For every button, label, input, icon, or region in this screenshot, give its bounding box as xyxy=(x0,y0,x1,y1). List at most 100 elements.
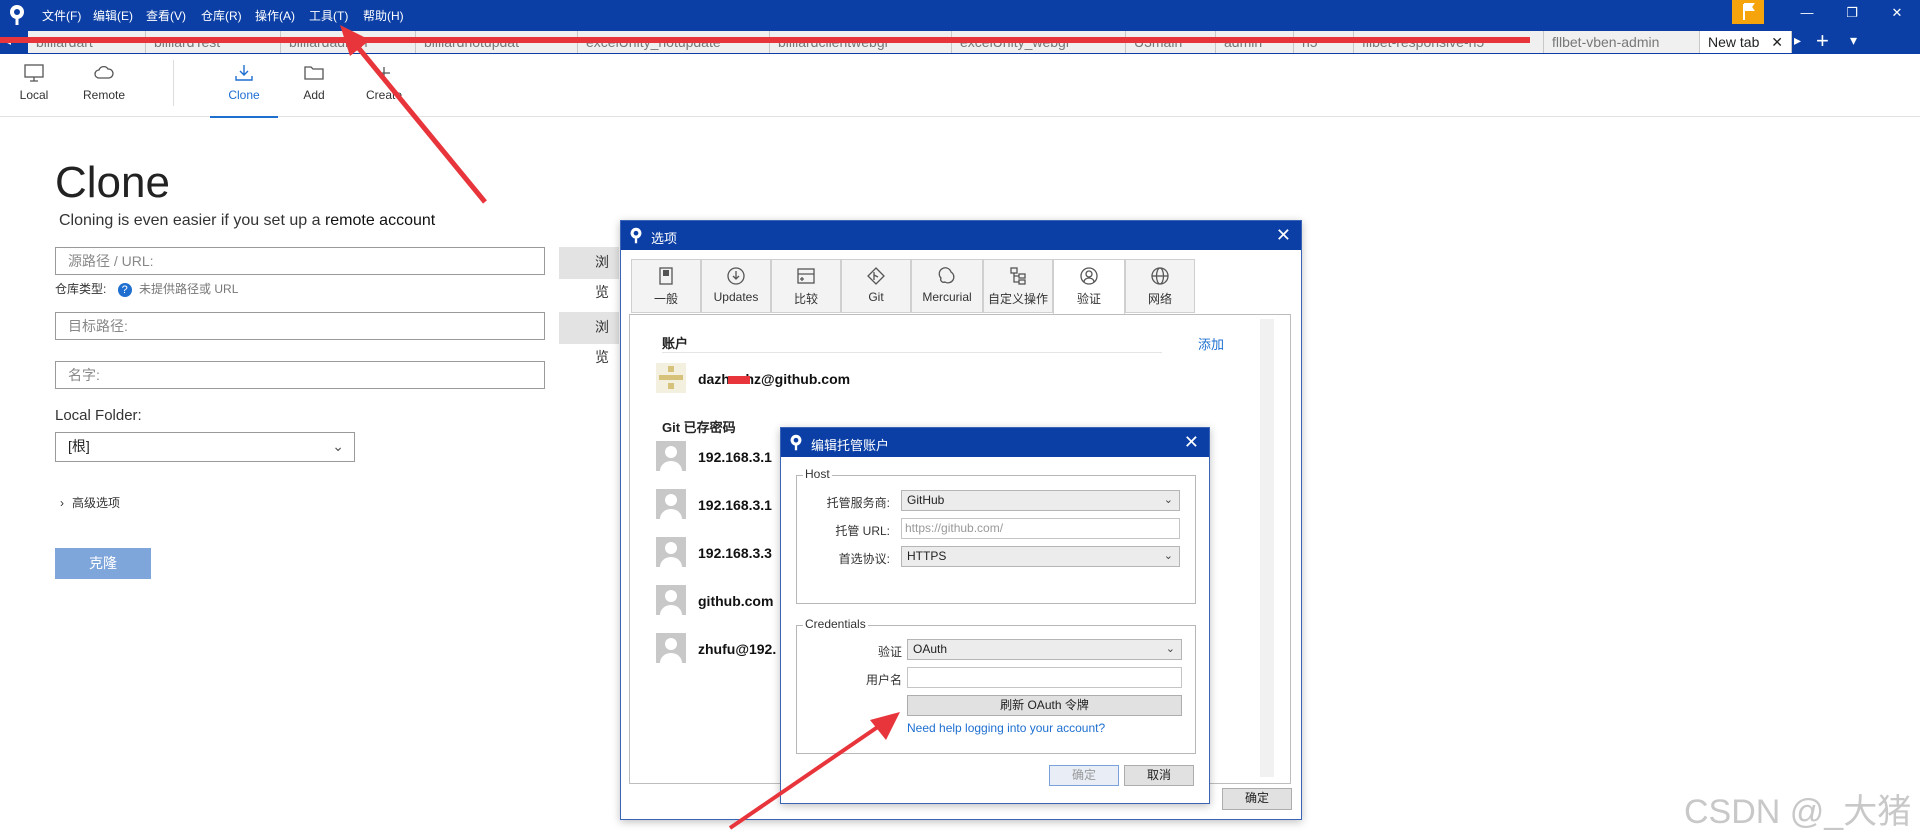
provider-select[interactable]: GitHub ⌄ xyxy=(901,490,1180,511)
username-input[interactable] xyxy=(907,667,1182,688)
repo-type-label: 仓库类型: xyxy=(55,282,107,296)
tab-scroll-right-button[interactable]: ▸ xyxy=(1794,32,1801,49)
source-url-input[interactable]: 源路径 / URL: xyxy=(55,247,545,275)
person-icon xyxy=(660,542,682,567)
tab-general[interactable]: 一般 xyxy=(631,259,701,313)
clone-submit-button[interactable]: 克隆 xyxy=(55,548,151,579)
local-folder-label: Local Folder: xyxy=(55,407,142,424)
tab-mercurial[interactable]: Mercurial xyxy=(911,259,983,313)
github-avatar xyxy=(656,363,686,393)
add-tab-button[interactable]: + xyxy=(1816,28,1829,54)
default-avatar xyxy=(656,537,686,567)
tab-custom-actions[interactable]: 自定义操作 xyxy=(983,259,1053,313)
repo-tab[interactable]: fllbet-vben-admin xyxy=(1544,31,1700,53)
account-row[interactable]: dazhuzhz@github.com xyxy=(656,363,1156,397)
close-tab-icon[interactable]: ✕ xyxy=(1771,31,1783,53)
download-circle-icon xyxy=(727,267,745,285)
mercurial-icon xyxy=(938,267,955,284)
title-bar: 文件(F) 编辑(E) 查看(V) 仓库(R) 操作(A) 工具(T) 帮助(H… xyxy=(0,0,1920,30)
identicon-icon xyxy=(659,366,683,389)
name-input[interactable]: 名字: xyxy=(55,361,545,389)
folder-icon xyxy=(304,66,324,80)
auth-select[interactable]: OAuth ⌄ xyxy=(907,639,1182,660)
edit-cancel-button[interactable]: 取消 xyxy=(1124,765,1194,786)
local-button[interactable]: Local xyxy=(14,64,54,102)
person-icon xyxy=(660,590,682,615)
tab-label: Mercurial xyxy=(922,290,972,304)
default-avatar xyxy=(656,489,686,519)
help-login-link[interactable]: Need help logging into your account? xyxy=(907,721,1105,735)
menu-actions[interactable]: 操作(A) xyxy=(255,7,295,24)
advanced-options-toggle[interactable]: › 高级选项 xyxy=(60,494,120,511)
saved-host: 192.168.3.1 xyxy=(698,449,772,465)
tab-new-tab[interactable]: New tab ✕ xyxy=(1700,31,1792,53)
tab-label: 验证 xyxy=(1076,292,1101,306)
clone-button[interactable]: Clone xyxy=(210,64,278,118)
destination-path-input[interactable]: 目标路径: xyxy=(55,312,545,340)
minimize-button[interactable]: — xyxy=(1792,5,1822,20)
add-account-link[interactable]: 添加 xyxy=(1198,334,1224,353)
hierarchy-icon xyxy=(1010,267,1026,285)
divider xyxy=(662,352,1162,353)
person-icon xyxy=(660,494,682,519)
host-group-label: Host xyxy=(803,467,832,481)
browse-destination-button[interactable]: 浏览 xyxy=(559,312,619,365)
sourcetree-logo-icon xyxy=(630,227,642,244)
tab-label: New tab xyxy=(1708,34,1760,50)
protocol-label: 首选协议: xyxy=(838,552,890,566)
credentials-group-label: Credentials xyxy=(803,617,868,631)
tab-list-dropdown[interactable]: ▾ xyxy=(1850,32,1857,49)
subtitle-text: Cloning is even easier if you set up a xyxy=(59,212,325,229)
host-url-input[interactable]: https://github.com/ xyxy=(901,518,1180,539)
close-icon[interactable]: ✕ xyxy=(1184,432,1199,453)
scrollbar[interactable] xyxy=(1260,319,1274,777)
repo-type-value: 未提供路径或 URL xyxy=(139,282,239,296)
tab-updates[interactable]: Updates xyxy=(701,259,771,313)
chevron-down-icon: ⌄ xyxy=(332,438,344,454)
switch-icon xyxy=(659,267,673,285)
globe-icon xyxy=(1151,267,1169,285)
tab-git[interactable]: Git xyxy=(841,259,911,313)
chevron-down-icon: ⌄ xyxy=(1163,550,1173,562)
help-icon: ? xyxy=(117,283,132,297)
local-label: Local xyxy=(19,88,49,102)
menu-edit[interactable]: 编辑(E) xyxy=(93,7,133,24)
options-ok-button[interactable]: 确定 xyxy=(1222,788,1292,810)
compare-icon xyxy=(797,268,815,284)
git-passwords-header: Git 已存密码 xyxy=(662,420,736,435)
chevron-down-icon: ⌄ xyxy=(1165,643,1175,655)
download-icon xyxy=(235,65,253,81)
saved-host: github.com xyxy=(698,593,774,609)
flag-icon xyxy=(1743,3,1755,20)
menu-file[interactable]: 文件(F) xyxy=(42,7,81,24)
browse-source-button[interactable]: 浏览 xyxy=(559,247,619,300)
annotation-underline xyxy=(0,37,1530,43)
remote-account-link[interactable]: remote account xyxy=(325,212,435,229)
remote-button[interactable]: Remote xyxy=(78,64,130,102)
watermark: CSDN @_大猪 xyxy=(1684,793,1912,831)
protocol-select[interactable]: HTTPS ⌄ xyxy=(901,546,1180,567)
edit-account-titlebar: 编辑托管账户 ✕ xyxy=(781,428,1209,457)
close-icon[interactable]: ✕ xyxy=(1276,225,1291,246)
tab-authentication[interactable]: 验证 xyxy=(1053,259,1125,315)
clone-label: Clone xyxy=(228,88,260,102)
annotation-arrow-icon xyxy=(728,712,900,830)
host-group: Host 托管服务商: GitHub ⌄ 托管 URL: https://git… xyxy=(796,467,1196,604)
notification-flag-button[interactable] xyxy=(1732,0,1764,24)
add-button[interactable]: Add xyxy=(298,64,330,102)
tab-diff[interactable]: 比较 xyxy=(771,259,841,313)
refresh-oauth-button[interactable]: 刷新 OAuth 令牌 xyxy=(907,695,1182,716)
tab-network[interactable]: 网络 xyxy=(1125,259,1195,313)
local-folder-select[interactable]: [根] ⌄ xyxy=(55,432,355,462)
close-window-button[interactable]: ✕ xyxy=(1882,5,1912,21)
chevron-right-icon: › xyxy=(60,496,64,510)
default-avatar xyxy=(656,441,686,471)
menu-repository[interactable]: 仓库(R) xyxy=(201,7,242,24)
username-label: 用户名 xyxy=(865,673,902,687)
git-icon xyxy=(867,267,885,285)
host-url-label: 托管 URL: xyxy=(835,524,890,538)
saved-host: 192.168.3.3 xyxy=(698,545,772,561)
menu-view[interactable]: 查看(V) xyxy=(146,7,186,24)
edit-ok-button[interactable]: 确定 xyxy=(1049,765,1119,786)
restore-button[interactable]: ❐ xyxy=(1837,5,1867,21)
